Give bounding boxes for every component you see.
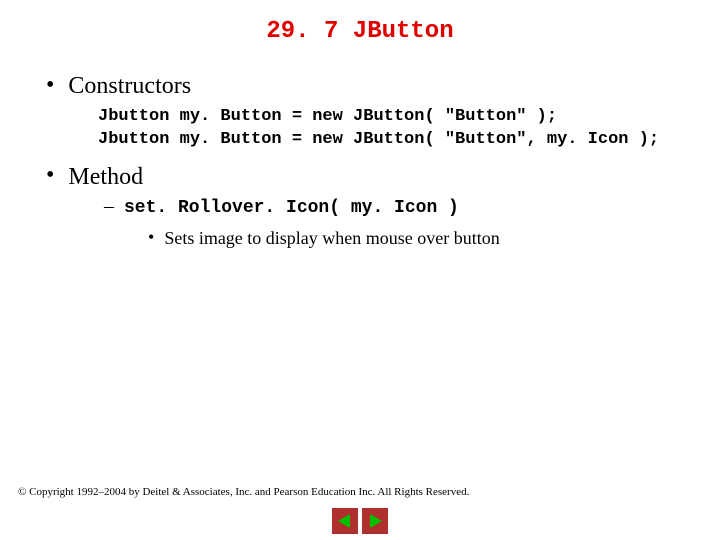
- constructors-label: Constructors: [68, 73, 191, 100]
- method-code: set. Rollover. Icon( my. Icon ): [124, 198, 459, 218]
- code-line-2: Jbutton my. Button = new JButton( "Butto…: [98, 129, 702, 152]
- prev-slide-button[interactable]: [332, 508, 358, 534]
- bullet-dot-icon: •: [148, 227, 154, 248]
- method-desc-text: Sets image to display when mouse over bu…: [164, 228, 499, 249]
- dash-icon: –: [104, 195, 114, 218]
- triangle-right-icon: [366, 512, 384, 530]
- triangle-left-icon: [336, 512, 354, 530]
- method-item: – set. Rollover. Icon( my. Icon ): [104, 195, 702, 218]
- copyright-text: © Copyright 1992–2004 by Deitel & Associ…: [18, 486, 469, 498]
- method-description: • Sets image to display when mouse over …: [148, 228, 702, 249]
- method-label: Method: [68, 164, 143, 191]
- slide-nav: [332, 508, 388, 534]
- constructors-code: Jbutton my. Button = new JButton( "Butto…: [98, 106, 702, 152]
- bullet-constructors: • Constructors: [46, 73, 702, 100]
- slide-title: 29. 7 JButton: [18, 18, 702, 45]
- bullet-dot-icon: •: [46, 73, 54, 97]
- bullet-dot-icon: •: [46, 163, 54, 187]
- bullet-method: • Method: [46, 164, 702, 191]
- code-line-1: Jbutton my. Button = new JButton( "Butto…: [98, 106, 702, 129]
- next-slide-button[interactable]: [362, 508, 388, 534]
